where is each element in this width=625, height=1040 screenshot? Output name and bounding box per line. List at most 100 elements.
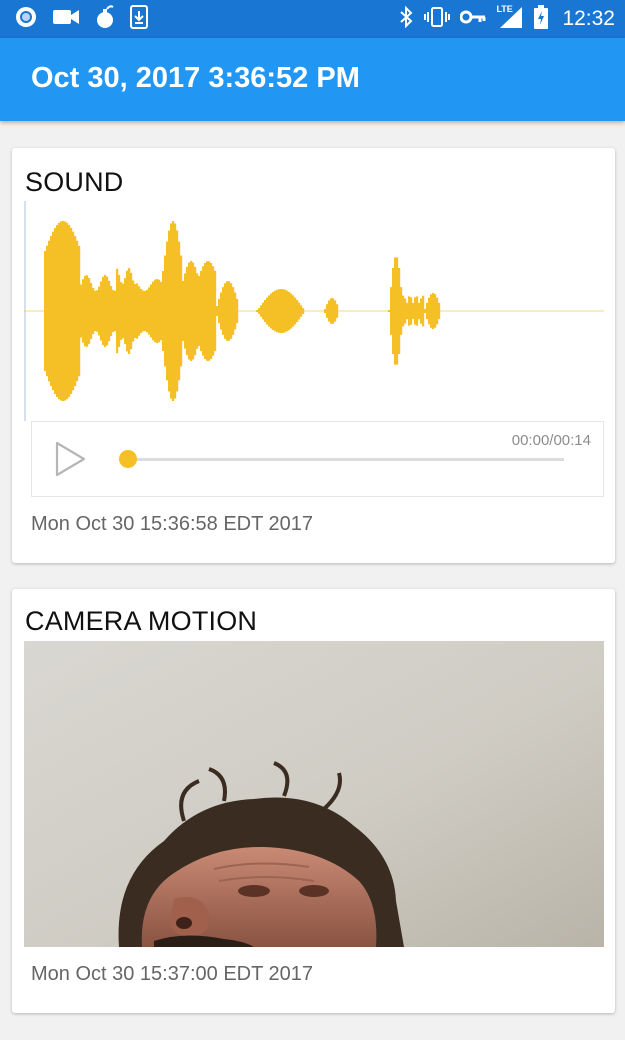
waveform-bar: [68, 225, 71, 397]
waveform-bar: [180, 255, 183, 367]
waveform-bar: [138, 286, 141, 336]
waveform-bar: [332, 298, 335, 324]
waveform-bar: [170, 223, 173, 399]
waveform-bar: [416, 296, 419, 326]
waveform-bar: [326, 304, 329, 318]
notification-icons: [14, 4, 148, 34]
waveform-bar: [118, 275, 121, 347]
waveform-bar: [422, 295, 425, 327]
waveform-bar: [420, 298, 423, 324]
waveform-bar: [176, 230, 179, 392]
waveform-bar: [96, 290, 99, 332]
page-title: Oct 30, 2017 3:36:52 PM: [31, 62, 360, 94]
waveform-bar: [46, 245, 49, 377]
waveform-bar: [174, 223, 177, 399]
waveform-bar: [154, 279, 157, 343]
waveform-bar: [406, 302, 409, 320]
status-bar: LTE 12:32: [0, 0, 625, 38]
waveform-bar: [214, 270, 217, 352]
waveform-bar: [438, 302, 441, 320]
waveform-bar: [120, 282, 123, 340]
waveform-bar: [104, 275, 107, 347]
waveform-bar: [300, 305, 303, 317]
waveform-bar: [282, 289, 285, 333]
waveform-bar: [268, 295, 271, 327]
record-dot-icon: [14, 5, 38, 34]
waveform-bar: [226, 281, 229, 341]
waveform-bar: [150, 284, 153, 338]
play-button[interactable]: [52, 440, 88, 478]
waveform-bar: [232, 287, 235, 335]
waveform-bar: [168, 230, 171, 392]
waveform-bar: [156, 279, 159, 343]
waveform-bar: [114, 290, 117, 332]
waveform-bar: [148, 287, 151, 335]
waveform-bar: [296, 300, 299, 322]
waveform-bar: [86, 275, 89, 347]
waveform-bar: [70, 228, 73, 394]
waveform-bar: [124, 278, 127, 344]
waveform-bar: [272, 291, 275, 331]
waveform-bar: [288, 291, 291, 331]
waveform-bar: [260, 305, 263, 317]
waveform-bar: [188, 262, 191, 360]
waveform-bar: [122, 283, 125, 339]
waveform-bar: [196, 273, 199, 349]
camera-card-title: CAMERA MOTION: [25, 606, 258, 636]
download-icon: [130, 4, 148, 34]
audio-player: 00:00/00:14: [31, 421, 604, 497]
waveform-bar: [106, 276, 109, 346]
network-type-label: LTE: [496, 3, 513, 14]
waveform-bar: [398, 267, 401, 355]
waveform-bar: [276, 289, 279, 333]
waveform-bar: [60, 221, 63, 401]
waveform-bar: [428, 297, 431, 325]
camera-snapshot-image[interactable]: [24, 641, 604, 947]
waveform-bar: [430, 294, 433, 328]
waveform-bar: [302, 308, 305, 314]
video-camera-icon: [52, 7, 80, 32]
seek-bar-thumb[interactable]: [119, 450, 137, 468]
waveform-bar: [220, 292, 223, 330]
waveform-bar: [134, 283, 137, 339]
waveform-bar: [64, 221, 67, 401]
sound-card[interactable]: SOUND 00:00/00:14 Mon Oct 30 15:36:58 ED…: [12, 148, 615, 563]
waveform-bar: [102, 276, 105, 346]
waveform-bar: [92, 288, 95, 334]
waveform-bar: [192, 262, 195, 360]
camera-motion-card[interactable]: CAMERA MOTION Mon Oct 30 15:37:00 EDT 20…: [12, 589, 615, 1013]
waveform-bar: [44, 251, 47, 371]
waveform-bar: [404, 298, 407, 324]
waveform-bar: [390, 287, 393, 335]
waveform-bar: [72, 231, 75, 391]
waveform-bar: [172, 221, 175, 401]
waveform-bar: [396, 257, 399, 365]
seek-bar-track[interactable]: [128, 458, 564, 461]
waveform-bar: [328, 300, 331, 322]
waveform-bar: [208, 261, 211, 361]
waveform-bar: [80, 284, 83, 338]
waveform-bar: [56, 225, 59, 397]
waveform-bar: [414, 297, 417, 325]
waveform-bar: [292, 295, 295, 327]
waveform-bar: [394, 257, 397, 365]
waveform-bar: [184, 273, 187, 349]
waveform-bar: [330, 298, 333, 324]
waveform-bar: [230, 283, 233, 339]
waveform-bar: [108, 280, 111, 342]
waveform-bar: [434, 294, 437, 328]
waveform-bar: [236, 298, 239, 324]
bluetooth-icon: [398, 5, 414, 33]
waveform-bar: [290, 293, 293, 329]
waveform-bar: [410, 297, 413, 325]
waveform-bar: [88, 278, 91, 344]
waveform-bar: [402, 295, 405, 327]
waveform-bar: [278, 289, 281, 333]
key-icon: [459, 9, 486, 30]
waveform-bar: [116, 268, 119, 354]
waveform-bar: [52, 231, 55, 391]
system-icons: LTE 12:32: [398, 3, 615, 33]
waveform-bar: [392, 267, 395, 355]
waveform-bar: [194, 266, 197, 356]
waveform-bar: [48, 240, 51, 382]
